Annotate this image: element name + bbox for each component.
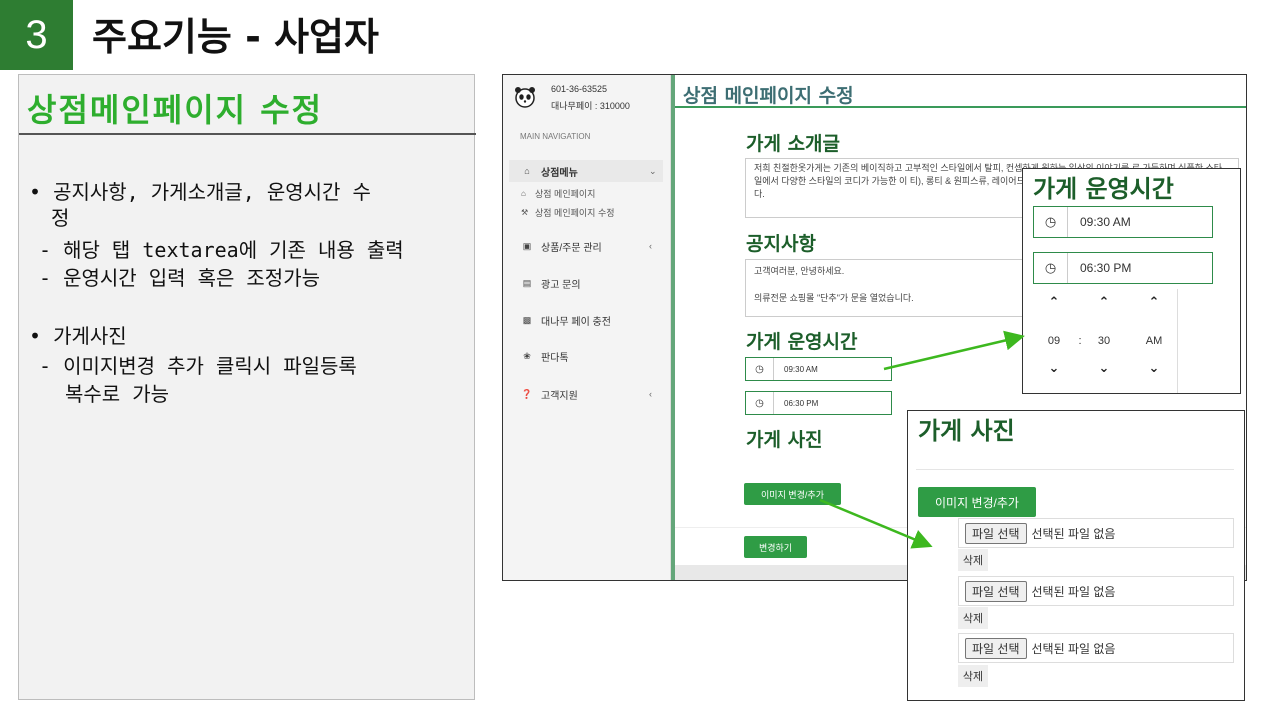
time-picker: ⌃ ⌃ ⌃ 09 : 30 AM ⌄ ⌄ ⌄	[1023, 289, 1178, 393]
sidebar-item-label: 상점 메인페이지 수정	[535, 208, 615, 218]
sub-bullet-line: - 이미지변경 추가 클릭시 파일등록	[39, 354, 357, 378]
delete-label[interactable]: 삭제	[958, 607, 988, 629]
wrench-icon: ⚒	[521, 208, 529, 217]
content-accent-bar	[671, 75, 675, 580]
close-time-value: 06:30 PM	[784, 398, 819, 408]
hour-down-icon[interactable]: ⌄	[1039, 361, 1069, 376]
delete-label[interactable]: 삭제	[958, 665, 988, 687]
sidebar-item-label: 판다톡	[541, 352, 569, 364]
popup-open-time-input[interactable]: ◷ 09:30 AM	[1033, 206, 1213, 238]
popup-image-change-button[interactable]: 이미지 변경/추가	[918, 487, 1036, 517]
open-time-value: 09:30 AM	[784, 364, 818, 374]
home-icon: ⌂	[521, 189, 526, 198]
popup-close-time-value: 06:30 PM	[1080, 261, 1132, 275]
panel-divider	[19, 133, 476, 135]
popup-divider	[916, 469, 1234, 470]
hours-zoom-popup: 가게 운영시간 ◷ 09:30 AM ◷ 06:30 PM ⌃ ⌃ ⌃ 09 :…	[1022, 168, 1241, 394]
sidebar-subitem-edit[interactable]: ⚒ 상점 메인페이지 수정	[521, 206, 615, 219]
sub-bullet-line: - 운영시간 입력 혹은 조정가능	[39, 266, 321, 290]
chevron-down-icon: ⌄	[649, 165, 657, 176]
sidebar-item-label: 대나무 페이 충전	[541, 316, 611, 328]
sidebar-item-label: 상품/주문 관리	[541, 242, 602, 254]
chevron-left-icon: ‹	[649, 241, 652, 251]
business-number: 601-36-63525	[551, 84, 608, 94]
file-status: 선택된 파일 없음	[1031, 584, 1116, 599]
intro-heading: 가게 소개글	[746, 133, 841, 155]
slide-title: 주요기능 - 사업자	[92, 15, 379, 59]
photo-heading: 가게 사진	[746, 429, 823, 451]
panda-logo-icon	[515, 87, 535, 108]
picker-minute[interactable]: 30	[1089, 335, 1119, 347]
minute-down-icon[interactable]: ⌄	[1089, 361, 1119, 376]
notice-heading: 공지사항	[746, 233, 816, 255]
hours-heading: 가게 운영시간	[746, 331, 858, 353]
ad-icon: ▤	[522, 277, 532, 288]
help-icon: ❓	[521, 388, 533, 399]
clock-icon: ◷	[746, 358, 774, 380]
clock-icon: ◷	[1034, 207, 1068, 237]
pay-balance: 대나무페이 : 310000	[551, 101, 630, 111]
sidebar-item-support[interactable]: ❓ 고객지원 ‹	[509, 383, 663, 405]
title-divider	[675, 106, 1246, 108]
description-panel: 상점메인페이지 수정 • 공지사항, 가게소개글, 운영시간 수 정 - 해당 …	[18, 74, 476, 700]
submit-button[interactable]: 변경하기	[744, 536, 807, 558]
minute-up-icon[interactable]: ⌃	[1089, 295, 1119, 310]
file-choose-button[interactable]: 파일 선택	[965, 580, 1027, 602]
sidebar-item-label: 고객지원	[541, 390, 578, 402]
popup-open-time-value: 09:30 AM	[1080, 215, 1131, 229]
photo-zoom-popup: 가게 사진 이미지 변경/추가 파일 선택 선택된 파일 없음 삭제 파일 선택…	[907, 410, 1245, 701]
bullet-line: • 공지사항, 가게소개글, 운영시간 수	[29, 180, 371, 204]
sub-bullet-line: - 해당 탭 textarea에 기존 내용 출력	[39, 238, 404, 262]
image-change-button[interactable]: 이미지 변경/추가	[744, 483, 841, 505]
file-input-row: 파일 선택 선택된 파일 없음	[958, 633, 1234, 663]
page-title: 상점 메인페이지 수정	[683, 85, 854, 107]
file-choose-button[interactable]: 파일 선택	[965, 637, 1027, 659]
sidebar-item-label: 광고 문의	[541, 279, 581, 291]
delete-label[interactable]: 삭제	[958, 549, 988, 571]
nav-header: MAIN NAVIGATION	[520, 132, 591, 141]
slide-number: 3	[0, 0, 73, 70]
bullet-line: 정	[51, 206, 70, 230]
sidebar-item-ads[interactable]: ▤ 광고 문의	[509, 272, 663, 294]
home-icon: ⌂	[524, 166, 530, 176]
sidebar-item-orders[interactable]: ▣ 상품/주문 관리 ‹	[509, 235, 663, 257]
file-status: 선택된 파일 없음	[1031, 641, 1116, 656]
money-icon: ▩	[522, 314, 532, 325]
sidebar-item-panda[interactable]: ❀ 판다톡	[509, 345, 663, 367]
close-time-input[interactable]: ◷ 06:30 PM	[745, 391, 892, 415]
file-input-row: 파일 선택 선택된 파일 없음	[958, 518, 1234, 548]
popup-hours-title: 가게 운영시간	[1033, 175, 1174, 203]
file-choose-button[interactable]: 파일 선택	[965, 522, 1027, 544]
bullet-line: • 가게사진	[29, 324, 127, 348]
sidebar-item-shop[interactable]: ⌂ 상점메뉴 ⌄	[509, 160, 663, 182]
panel-title: 상점메인페이지 수정	[27, 91, 324, 129]
open-time-input[interactable]: ◷ 09:30 AM	[745, 357, 892, 381]
clock-icon: ◷	[1034, 253, 1068, 283]
sidebar-item-charge[interactable]: ▩ 대나무 페이 충전	[509, 309, 663, 331]
chevron-left-icon: ‹	[649, 389, 652, 399]
sidebar: 601-36-63525 대나무페이 : 310000 MAIN NAVIGAT…	[503, 75, 671, 580]
ampm-up-icon[interactable]: ⌃	[1139, 295, 1169, 310]
sidebar-item-label: 상점 메인페이지	[535, 189, 596, 199]
clock-icon: ◷	[746, 392, 774, 414]
sub-bullet-line: 복수로 가능	[65, 382, 170, 406]
paw-icon: ❀	[523, 350, 531, 361]
hour-up-icon[interactable]: ⌃	[1039, 295, 1069, 310]
popup-photo-title: 가게 사진	[918, 417, 1015, 445]
file-status: 선택된 파일 없음	[1031, 526, 1116, 541]
sidebar-item-label: 상점메뉴	[541, 167, 578, 179]
sidebar-subitem-main[interactable]: ⌂ 상점 메인페이지	[521, 187, 595, 200]
popup-close-time-input[interactable]: ◷ 06:30 PM	[1033, 252, 1213, 284]
cart-icon: ▣	[522, 240, 532, 251]
picker-ampm[interactable]: AM	[1139, 335, 1169, 347]
ampm-down-icon[interactable]: ⌄	[1139, 361, 1169, 376]
file-input-row: 파일 선택 선택된 파일 없음	[958, 576, 1234, 606]
